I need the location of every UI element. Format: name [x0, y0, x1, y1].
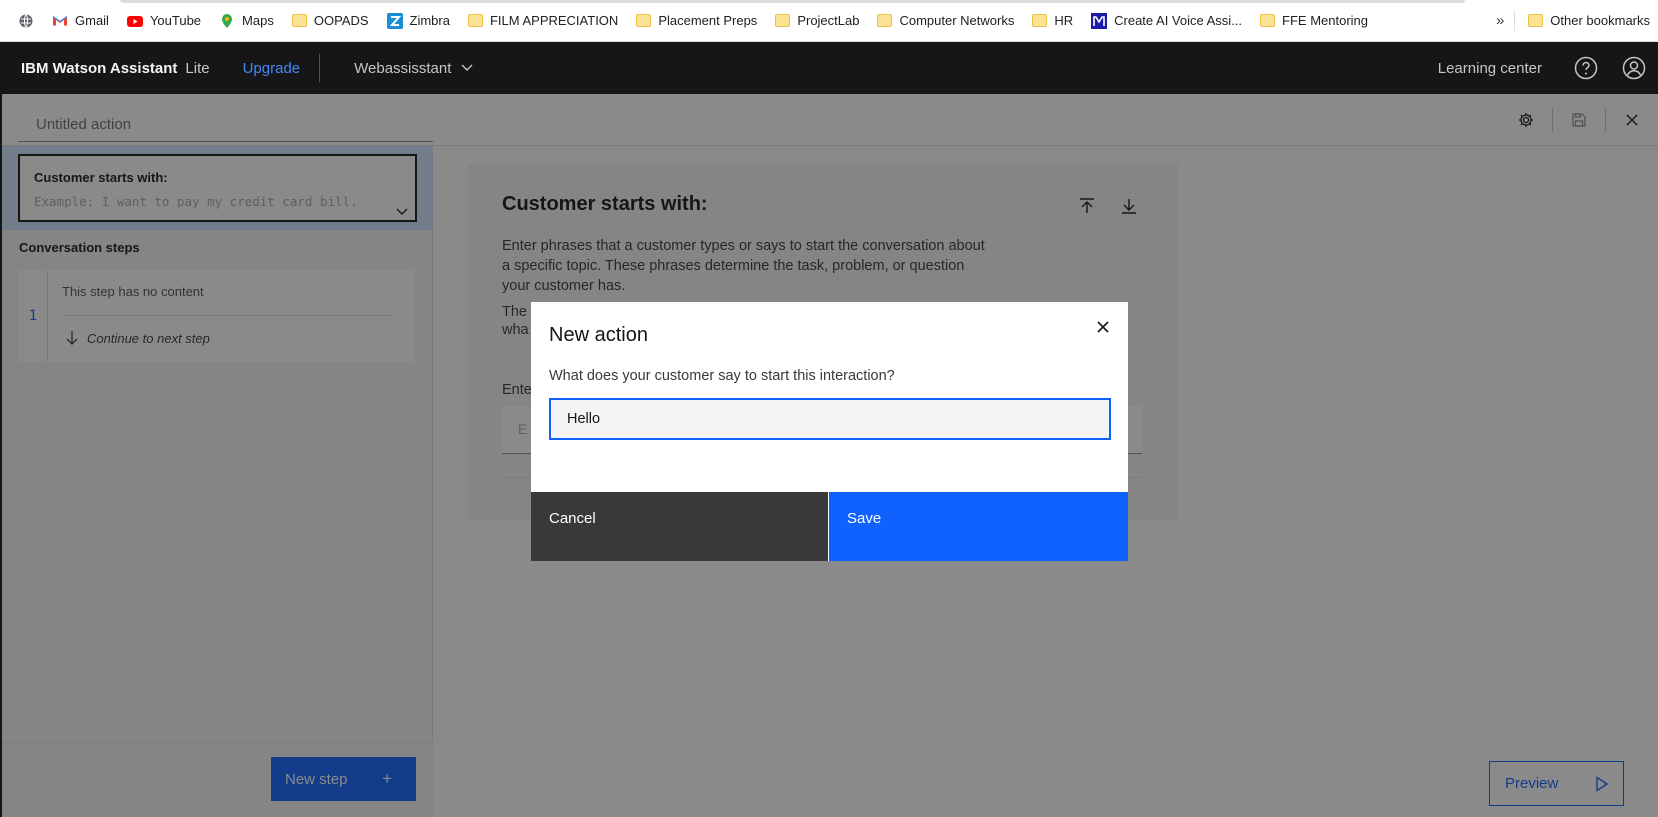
folder-icon: [1260, 14, 1276, 27]
site-info-icon-wrap[interactable]: [0, 0, 43, 42]
bookmark-youtube[interactable]: YouTube: [118, 0, 210, 42]
bookmark-label: FFE Mentoring: [1282, 13, 1369, 28]
assistant-name: Webassisstant: [354, 59, 452, 77]
bookmark-film-appreciation[interactable]: FILM APPRECIATION: [459, 0, 627, 42]
plan-label: Lite: [185, 59, 210, 77]
folder-icon: [1528, 14, 1544, 27]
bookmark-maps[interactable]: Maps: [210, 0, 283, 42]
bookmark-label: Create AI Voice Assi...: [1114, 13, 1243, 28]
bookmark-computer-networks[interactable]: Computer Networks: [868, 0, 1023, 42]
folder-icon: [636, 14, 652, 27]
customer-phrase-input[interactable]: Hello: [549, 398, 1111, 440]
folder-icon: [1032, 14, 1048, 27]
assistant-switcher[interactable]: Webassisstant: [354, 60, 473, 77]
save-button[interactable]: Save: [829, 492, 1128, 561]
bookmark-projectlab[interactable]: ProjectLab: [766, 0, 868, 42]
maps-icon: [222, 13, 233, 28]
voice-app-icon: [1091, 12, 1108, 29]
bookmark-label: Computer Networks: [899, 13, 1015, 28]
learning-center-link[interactable]: Learning center: [1438, 60, 1542, 77]
bookmark-create-ai-voice[interactable]: Create AI Voice Assi...: [1082, 0, 1251, 42]
modal-input-label: What does your customer say to start thi…: [549, 368, 895, 384]
bookmark-label: HR: [1054, 13, 1074, 28]
product-name[interactable]: IBM Watson Assistant: [21, 60, 177, 77]
bookmark-other[interactable]: Other bookmarks: [1519, 0, 1658, 42]
bookmark-label: Placement Preps: [658, 13, 758, 28]
cancel-button[interactable]: Cancel: [531, 492, 828, 561]
header-divider: [319, 54, 321, 82]
zimbra-icon: [386, 12, 403, 29]
folder-icon: [467, 14, 483, 27]
bookmark-label: Gmail: [75, 13, 109, 28]
chevron-down-icon: [461, 64, 473, 71]
gmail-icon: [52, 15, 68, 25]
bookmarks-divider: [1514, 10, 1516, 31]
bookmark-zimbra[interactable]: Zimbra: [378, 0, 459, 42]
upgrade-link[interactable]: Upgrade: [243, 60, 301, 77]
bookmark-label: Other bookmarks: [1550, 13, 1650, 28]
close-icon: [1097, 321, 1109, 333]
modal-title: New action: [549, 324, 648, 346]
bookmark-label: ProjectLab: [797, 13, 860, 28]
modal-close-button[interactable]: [1088, 312, 1118, 342]
bookmark-label: OOPADS: [313, 13, 369, 28]
user-avatar-icon: [1622, 56, 1646, 80]
folder-icon: [775, 14, 791, 27]
folder-icon: [877, 14, 893, 27]
globe-icon: [19, 13, 33, 28]
bookmarks-bar: Gmail YouTube Maps OOPADS Zimbra FILM AP…: [0, 0, 1658, 42]
new-action-modal: New action What does your customer say t…: [531, 302, 1128, 561]
help-button[interactable]: [1562, 42, 1610, 94]
bookmark-ffe-mentoring[interactable]: FFE Mentoring: [1251, 0, 1377, 42]
user-profile-button[interactable]: [1610, 42, 1658, 94]
more-bookmarks-button[interactable]: »: [1486, 12, 1514, 29]
bookmark-hr[interactable]: HR: [1023, 0, 1082, 42]
bookmark-label: Maps: [242, 13, 274, 28]
app-header: IBM Watson Assistant Lite Upgrade Webass…: [0, 42, 1658, 94]
bookmark-label: YouTube: [149, 13, 202, 28]
folder-icon: [291, 14, 307, 27]
bookmark-placement-preps[interactable]: Placement Preps: [627, 0, 766, 42]
bookmark-label: FILM APPRECIATION: [489, 13, 619, 28]
bookmark-label: Zimbra: [409, 13, 450, 28]
help-icon: [1574, 56, 1598, 80]
tab-strip-edge: [120, 0, 1465, 3]
window-edge: [0, 42, 2, 817]
bookmark-oopads[interactable]: OOPADS: [283, 0, 378, 42]
bookmark-gmail[interactable]: Gmail: [43, 0, 118, 42]
youtube-icon: [126, 15, 143, 27]
